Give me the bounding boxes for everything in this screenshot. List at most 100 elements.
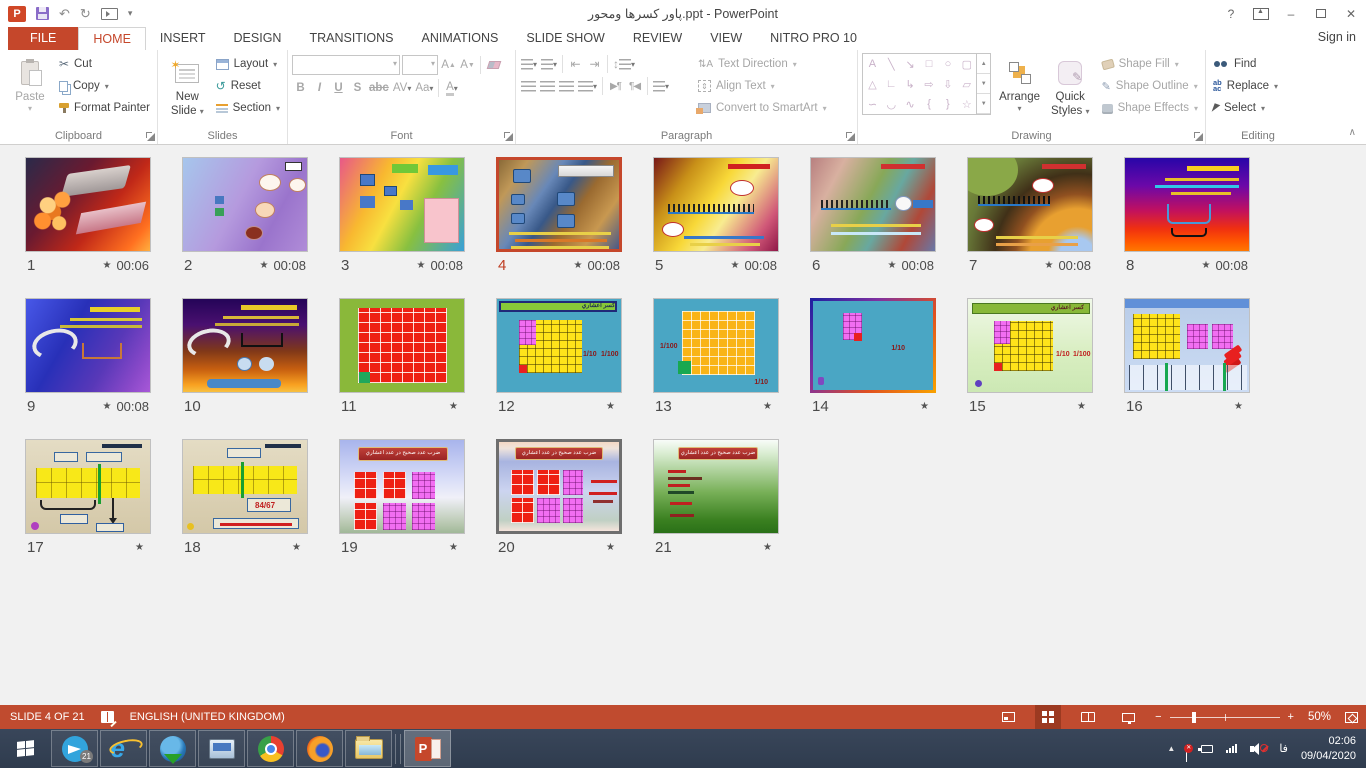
slide-1-thumbnail[interactable] (25, 157, 151, 252)
slide-13-thumbnail[interactable]: 1/1001/10 (653, 298, 779, 393)
slide-cell-1[interactable]: 1★00:06 (25, 157, 151, 274)
bold-button[interactable]: B (292, 79, 309, 97)
tab-design[interactable]: DESIGN (220, 27, 296, 50)
layout-button[interactable]: Layout▾ (213, 53, 283, 75)
slide-sorter-view-button[interactable] (1035, 705, 1061, 729)
shape-arc-icon[interactable]: ◡ (886, 98, 896, 111)
power-icon[interactable] (1201, 745, 1213, 753)
slide-10-thumbnail[interactable] (182, 298, 308, 393)
slide-cell-21[interactable]: ضرب عدد صحيح در عدد اعشاري 21★ (653, 439, 779, 556)
tab-home[interactable]: HOME (78, 27, 146, 50)
quick-styles-button[interactable]: Quick Styles ▾ (1048, 53, 1093, 128)
shape-fill-button[interactable]: Shape Fill▾ (1099, 53, 1201, 75)
shape-star-icon[interactable]: ☆ (962, 98, 972, 111)
clear-formatting-button[interactable] (485, 56, 502, 74)
reading-view-button[interactable] (1075, 705, 1101, 729)
convert-smartart-button[interactable]: Convert to SmartArt▾ (695, 97, 830, 119)
replace-button[interactable]: abacReplace▾ (1210, 75, 1306, 97)
taskbar-file-explorer-button[interactable] (345, 730, 392, 767)
character-spacing-button[interactable]: AV▾ (392, 79, 413, 97)
tab-slideshow[interactable]: SLIDE SHOW (512, 27, 619, 50)
slide-cell-6[interactable]: 6★00:08 (810, 157, 936, 274)
font-dialog-launcher[interactable] (503, 131, 513, 141)
shape-effects-button[interactable]: Shape Effects▾ (1099, 97, 1201, 119)
slide-16-thumbnail[interactable] (1124, 298, 1250, 393)
cut-button[interactable]: ✂Cut (56, 53, 153, 75)
slide-7-thumbnail[interactable] (967, 157, 1093, 252)
shape-line-icon[interactable]: ╲ (888, 58, 895, 71)
tab-file[interactable]: FILE (8, 27, 78, 50)
close-button[interactable]: ✕ (1336, 0, 1366, 27)
align-right-button[interactable] (558, 77, 575, 95)
decrease-indent-button[interactable]: ⇤ (567, 55, 584, 73)
zoom-slider-thumb[interactable] (1192, 712, 1196, 723)
tab-transitions[interactable]: TRANSITIONS (295, 27, 407, 50)
shape-elbow-arrow-icon[interactable]: ↳ (906, 78, 915, 91)
slide-2-thumbnail[interactable] (182, 157, 308, 252)
bullets-button[interactable]: ▾ (520, 55, 538, 73)
font-color-button[interactable]: A▾ (443, 79, 460, 97)
shape-scribble-icon[interactable]: ∽ (868, 98, 877, 111)
arrange-button[interactable]: Arrange ▾ (997, 53, 1042, 128)
slide-cell-5[interactable]: 5★00:08 (653, 157, 779, 274)
shape-curve-icon[interactable]: ∿ (906, 98, 915, 111)
slide-cell-16[interactable]: 16★ (1124, 298, 1250, 415)
slide-cell-2[interactable]: 2★00:08 (182, 157, 308, 274)
shapes-scroll-down-icon[interactable]: ▼ (977, 74, 990, 94)
slide-21-thumbnail[interactable]: ضرب عدد صحيح در عدد اعشاري (653, 439, 779, 534)
slide-4-thumbnail[interactable] (496, 157, 622, 252)
slide-8-thumbnail[interactable] (1124, 157, 1250, 252)
tab-review[interactable]: REVIEW (619, 27, 696, 50)
slide-cell-13[interactable]: 1/1001/10 13★ (653, 298, 779, 415)
slide-show-button[interactable] (1115, 705, 1141, 729)
slide-cell-12[interactable]: كسر اعشاري1/101/100 12★ (496, 298, 622, 415)
text-shadow-button[interactable]: S (349, 79, 366, 97)
slide-14-thumbnail[interactable]: 1/10 (810, 298, 936, 393)
shapes-gallery-more-icon[interactable]: ▼ (977, 94, 990, 114)
grow-font-button[interactable]: A▲ (440, 56, 457, 74)
tab-insert[interactable]: INSERT (146, 27, 220, 50)
slide-cell-19[interactable]: ضرب عدد صحيح در عدد اعشاري 19★ (339, 439, 465, 556)
slide-19-thumbnail[interactable]: ضرب عدد صحيح در عدد اعشاري (339, 439, 465, 534)
columns-button[interactable]: ▾ (652, 77, 670, 95)
slide-15-thumbnail[interactable]: كسر اعشاري1/101/100 (967, 298, 1093, 393)
shape-rectangle-icon[interactable]: □ (926, 58, 933, 70)
collapse-ribbon-icon[interactable]: ∧ (1349, 127, 1356, 138)
slide-11-thumbnail[interactable] (339, 298, 465, 393)
normal-view-button[interactable] (995, 705, 1021, 729)
slide-cell-15[interactable]: كسر اعشاري1/101/100 15★ (967, 298, 1093, 415)
shape-outline-button[interactable]: ✎Shape Outline▾ (1099, 75, 1201, 97)
zoom-out-icon[interactable]: − (1155, 711, 1161, 723)
shape-parallelogram-icon[interactable]: ▱ (963, 78, 971, 91)
repeat-icon[interactable]: ↻ (80, 7, 91, 20)
line-spacing-button[interactable]: ↕▾ (612, 55, 636, 73)
help-icon[interactable]: ? (1216, 0, 1246, 27)
taskbar-powerpoint-button[interactable]: P (404, 730, 451, 767)
spell-check-icon[interactable] (101, 711, 114, 723)
ribbon-display-options-icon[interactable] (1246, 0, 1276, 27)
shape-triangle-icon[interactable]: △ (868, 78, 876, 91)
find-button[interactable]: Find (1210, 53, 1306, 75)
copy-button[interactable]: Copy▾ (56, 75, 153, 97)
slide-cell-10[interactable]: 10 (182, 298, 308, 415)
section-button[interactable]: Section▾ (213, 97, 283, 119)
slide-cell-4-selected[interactable]: 4★00:08 (496, 157, 622, 274)
taskbar-internet-explorer-button[interactable]: e (100, 730, 147, 767)
zoom-in-icon[interactable]: + (1288, 711, 1294, 723)
new-slide-button[interactable]: New Slide ▾ (162, 53, 213, 119)
drawing-dialog-launcher[interactable] (1193, 131, 1203, 141)
network-signal-icon[interactable] (1226, 744, 1237, 753)
slide-cell-14[interactable]: 1/10 14★ (810, 298, 936, 415)
change-case-button[interactable]: Aa▾ (414, 79, 434, 97)
tab-view[interactable]: VIEW (696, 27, 756, 50)
format-painter-button[interactable]: Format Painter (56, 97, 153, 119)
taskbar-remote-keyboard-button[interactable] (198, 730, 245, 767)
tab-animations[interactable]: ANIMATIONS (408, 27, 513, 50)
shape-down-arrow-icon[interactable]: ⇩ (943, 78, 952, 91)
shape-right-arrow-icon[interactable]: ⇨ (924, 78, 933, 91)
fit-slide-to-window-icon[interactable] (1345, 712, 1358, 723)
font-name-combo[interactable] (292, 55, 400, 75)
text-direction-button[interactable]: ⇅AText Direction▾ (695, 53, 830, 75)
slide-9-thumbnail[interactable] (25, 298, 151, 393)
slide-cell-17[interactable]: 17★ (25, 439, 151, 556)
